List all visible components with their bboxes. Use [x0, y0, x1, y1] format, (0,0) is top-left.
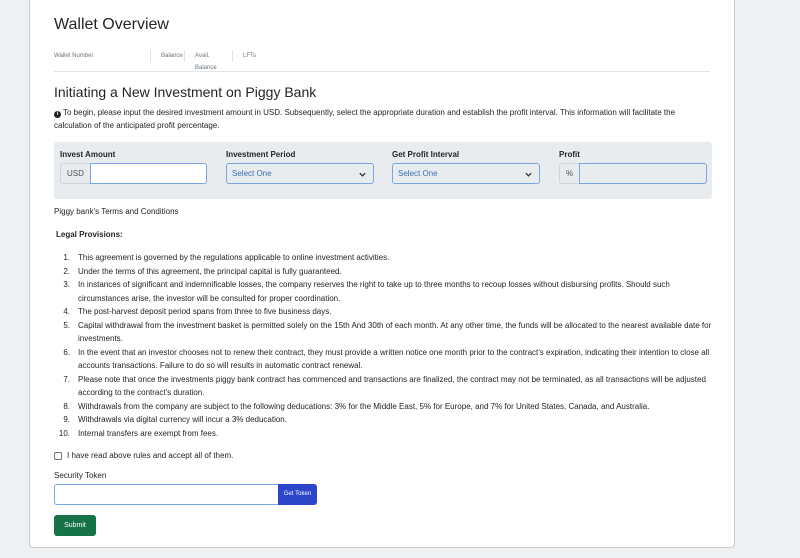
stat-lfts: LFTs: [232, 50, 266, 62]
list-item: 10. Internal transfers are exempt from fe…: [58, 428, 219, 438]
list-item: 6. In the event that an investor chooses …: [63, 347, 710, 371]
stat-balance: Balance: [150, 50, 184, 62]
submit-button[interactable]: Submit: [54, 515, 96, 536]
investment-period-select[interactable]: Select One: [226, 163, 374, 184]
investment-period-label: Investment Period: [226, 150, 296, 159]
stat-avail-balance: Avail. Balance: [184, 50, 232, 71]
percent-addon: %: [559, 163, 580, 184]
accept-rules-row[interactable]: I have read above rules and accept all o…: [54, 451, 233, 460]
usd-addon: USD: [60, 163, 90, 184]
security-token-label: Security Token: [54, 471, 107, 480]
divider: [54, 71, 710, 72]
profit-output: [579, 163, 708, 184]
investment-intro: i To begin, please input the desired inve…: [54, 106, 714, 132]
profit-label: Profit: [559, 150, 580, 159]
info-icon: i: [54, 111, 61, 118]
list-item: 1. This agreement is governed by the regu…: [63, 253, 390, 262]
profit-interval-value: Select One: [398, 169, 438, 178]
profit-group: %: [559, 163, 708, 184]
wallet-stats: Wallet Number Balance Avail. Balance LFT…: [54, 50, 266, 71]
list-item: 7. Please note that once the investments …: [63, 374, 706, 398]
list-item: 2. Under the terms of this agreement, the…: [63, 266, 342, 276]
get-token-button[interactable]: Get Token: [278, 484, 317, 505]
accept-rules-label: I have read above rules and accept all o…: [67, 451, 234, 460]
accept-rules-checkbox[interactable]: [54, 451, 62, 460]
rules-list: 1. This agreement is governed by the regu…: [54, 251, 714, 440]
investment-period-value: Select One: [232, 169, 272, 178]
investment-title: Initiating a New Investment on Piggy Ban…: [54, 84, 317, 100]
stat-wallet-number: Wallet Number: [54, 53, 94, 59]
list-item: 9. Withdrawals via digital currency will …: [63, 415, 287, 424]
list-item: 3. In instances of significant and indemn…: [63, 280, 670, 303]
profit-interval-select[interactable]: Select One: [392, 163, 540, 184]
wallet-title: Wallet Overview: [54, 16, 169, 33]
security-token-input[interactable]: [54, 484, 278, 505]
invest-amount-label: Invest Amount: [60, 150, 116, 159]
investment-form: Invest Amount USD Investment Period Sele…: [54, 142, 712, 199]
profit-interval-label: Get Profit Interval: [392, 150, 460, 159]
intro-text: To begin, please input the desired inves…: [54, 108, 676, 130]
list-item: 5. Capital withdrawal from the investment…: [63, 320, 712, 344]
terms-heading: Piggy bank's Terms and Conditions: [54, 207, 179, 216]
chevron-down-icon: [524, 167, 533, 186]
chevron-down-icon: [358, 167, 367, 186]
invest-amount-input[interactable]: [89, 163, 207, 184]
invest-amount-group: USD: [60, 163, 207, 184]
list-item: 4. The post-harvest deposit period spans …: [63, 307, 332, 316]
legal-heading: Legal Provisions:: [56, 230, 123, 239]
list-item: 8. Withdrawals from the company are subje…: [63, 401, 650, 411]
wallet-card: Wallet Overview Wallet Number Balance Av…: [29, 0, 735, 548]
